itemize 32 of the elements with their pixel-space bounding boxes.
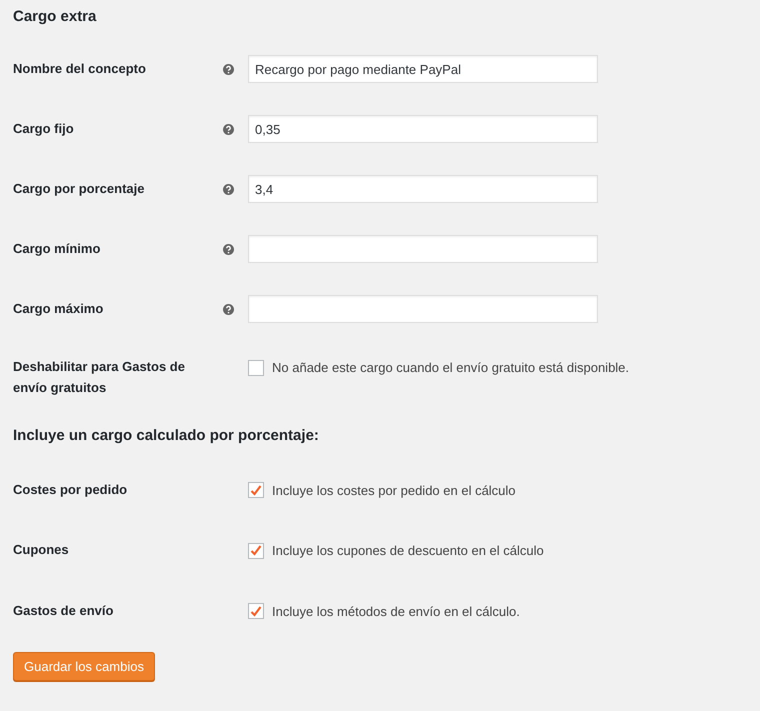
checkmark-icon	[250, 484, 262, 496]
help-icon[interactable]	[223, 184, 234, 194]
field-label: Cupones	[13, 541, 70, 559]
field-label: Gastos de envío	[13, 602, 114, 620]
text-field[interactable]	[248, 295, 598, 323]
field-label: Cargo máximo	[13, 300, 104, 318]
help-icon[interactable]	[223, 64, 234, 74]
text-field[interactable]	[248, 235, 598, 263]
checkbox[interactable]	[248, 482, 264, 498]
field-label: Cargo fijo	[13, 120, 75, 138]
section-title: Cargo extra	[13, 7, 98, 27]
text-field[interactable]: 0,35	[248, 115, 598, 143]
text-field[interactable]: Recargo por pago mediante PayPal	[248, 55, 598, 83]
checkbox-label[interactable]: Incluye los costes por pedido en el cálculo	[272, 480, 516, 500]
checkbox-label[interactable]: No añade este cargo cuando el envío gratuito está disponible.	[272, 358, 630, 378]
field-label: Deshabilitar para Gastos de envío gratuitos	[13, 358, 186, 397]
checkbox[interactable]	[248, 603, 264, 620]
field-label: Cargo mínimo	[13, 240, 102, 258]
field-label: Nombre del concepto	[13, 60, 147, 78]
section-title: Incluye un cargo calculado por porcentaje:	[13, 426, 320, 446]
field-label: Cargo por porcentaje	[13, 180, 146, 198]
checkbox[interactable]	[248, 360, 264, 376]
field-label: Costes por pedido	[13, 480, 128, 499]
text-field[interactable]: 3,4	[248, 175, 598, 203]
checkbox-label[interactable]: Incluye los métodos de envío en el cálculo.	[272, 602, 520, 621]
checkmark-icon	[250, 545, 262, 556]
checkmark-icon	[250, 606, 262, 617]
help-icon[interactable]	[223, 304, 234, 314]
help-icon[interactable]	[223, 124, 234, 134]
checkbox-label[interactable]: Incluye los cupones de descuento en el cálculo	[272, 541, 544, 560]
help-icon[interactable]	[223, 244, 234, 254]
checkbox[interactable]	[248, 542, 264, 559]
